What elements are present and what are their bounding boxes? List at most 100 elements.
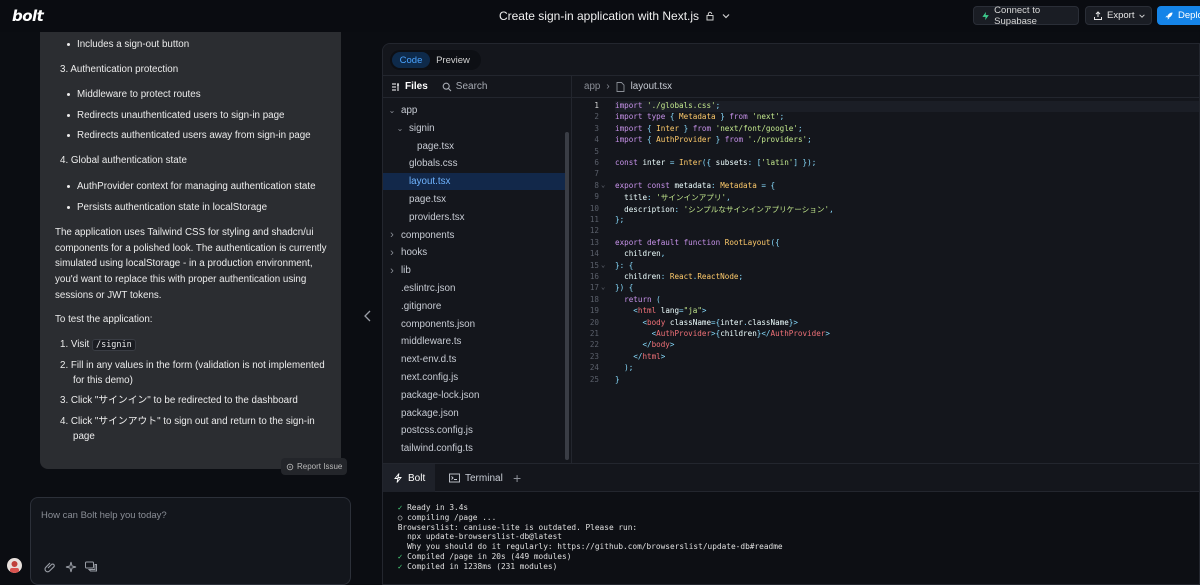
code-line: children: React.ReactNode; <box>624 272 744 281</box>
tab-code[interactable]: Code <box>392 52 430 68</box>
line-number: 11 <box>589 215 599 224</box>
file-tree-label: components.json <box>401 318 476 330</box>
file-tree-file[interactable]: package-lock.json <box>383 387 569 404</box>
file-tree-label: .eslintrc.json <box>401 283 456 294</box>
file-tree-folder[interactable]: › lib <box>383 262 569 279</box>
list-item: 4. Global authentication state <box>60 155 187 166</box>
line-number: 8 <box>594 180 599 190</box>
file-tree-file[interactable]: next-env.d.ts <box>383 351 569 368</box>
file-tree-label: providers.tsx <box>409 211 465 223</box>
connect-supabase-button[interactable]: Connect to Supabase <box>973 4 1079 27</box>
fold-chevron-icon[interactable]: ⌄ <box>601 283 605 291</box>
line-number: 14 <box>589 249 599 259</box>
file-tree-folder[interactable]: ⌄ app <box>383 102 569 119</box>
file-tree-header: Files Search <box>383 76 572 98</box>
check-icon: ✓ <box>393 503 408 512</box>
file-tree-label: page.tsx <box>417 140 455 152</box>
code-line: title: 'サインインアプリ', <box>624 193 731 203</box>
step-label: 1. Visit <box>60 339 92 350</box>
tab-preview[interactable]: Preview <box>430 52 476 68</box>
file-tree-file[interactable]: globals.css <box>383 155 569 172</box>
code-editor[interactable]: app › layout.tsx 1 import './globals.css'… <box>572 76 1199 463</box>
project-title[interactable]: Create sign-in application with Next.js <box>499 9 699 23</box>
export-button[interactable]: Export <box>1085 6 1152 25</box>
line-number: 18 <box>589 294 599 304</box>
tab-terminal-label: Terminal <box>465 472 503 484</box>
file-tree-folder[interactable]: ⌄ signin <box>383 120 569 137</box>
chat-input[interactable] <box>41 510 341 540</box>
deploy-button[interactable]: Deploy <box>1157 6 1200 25</box>
line-number: 24 <box>589 363 599 373</box>
file-tree-label: middleware.ts <box>401 336 462 348</box>
file-tree-label: layout.tsx <box>409 176 451 188</box>
tab-bolt-label: Bolt <box>408 472 426 484</box>
line-number: 10 <box>589 203 599 213</box>
chevron-down-icon <box>722 14 730 19</box>
file-tree-file[interactable]: middleware.ts <box>383 333 569 350</box>
terminal-output-line: Browserslist: caniuse-lite is outdated. … <box>393 523 637 532</box>
terminal-output-line: Why you should do it regularly: https://… <box>393 542 783 551</box>
code-line: }; <box>615 215 625 224</box>
tab-bolt-terminal[interactable]: Bolt <box>383 464 436 492</box>
list-item: 3. Click "サインイン" to be redirected to the… <box>60 395 298 406</box>
file-tree-file[interactable]: page.tsx <box>383 191 569 208</box>
breadcrumb-file[interactable]: layout.tsx <box>631 81 672 92</box>
chevron-left-icon[interactable] <box>362 309 374 323</box>
file-tree-file[interactable]: .gitignore <box>383 298 569 315</box>
fold-chevron-icon[interactable]: ⌄ <box>601 261 605 269</box>
file-tree-scrollbar[interactable] <box>565 132 569 460</box>
file-tree-file[interactable]: page.tsx <box>383 138 569 155</box>
code-line: ); <box>624 363 634 373</box>
breadcrumb-folder[interactable]: app <box>584 81 600 92</box>
file-tree-label: package.json <box>401 407 459 419</box>
line-number: 9 <box>594 192 599 202</box>
top-bar: bolt Create sign-in application with Nex… <box>0 0 1200 32</box>
chevron-down-icon: ⌄ <box>396 123 404 133</box>
tab-files[interactable]: Files <box>391 81 428 92</box>
file-tree-label: next-env.d.ts <box>401 354 457 366</box>
code-line: import { Inter } from 'next/font/google'… <box>615 123 803 133</box>
chat-input-box <box>30 497 351 585</box>
file-tree-file[interactable]: providers.tsx <box>383 209 569 226</box>
export-label: Export <box>1107 10 1135 21</box>
line-number: 13 <box>589 237 599 247</box>
fold-chevron-icon[interactable]: ⌄ <box>601 181 605 189</box>
terminal-tabs: Bolt Terminal + <box>383 464 1199 492</box>
file-tree-label: components <box>401 229 455 241</box>
file-tree-file[interactable]: next.config.js <box>383 369 569 386</box>
deploy-label: Deploy <box>1178 10 1200 21</box>
list-item: 3. Authentication protection <box>60 64 179 75</box>
avatar[interactable] <box>7 558 22 573</box>
chat-discuss-icon[interactable] <box>84 560 98 574</box>
file-tree-file[interactable]: package.json <box>383 405 569 422</box>
line-number: 16 <box>589 272 599 281</box>
file-tree-folder[interactable]: › hooks <box>383 244 569 261</box>
attach-icon[interactable] <box>43 560 57 574</box>
code-line: </html> <box>633 351 666 361</box>
file-tree-folder[interactable]: › components <box>383 227 569 244</box>
tab-search[interactable]: Search <box>442 81 487 92</box>
tab-terminal[interactable]: Terminal <box>439 464 513 492</box>
file-tree-label: signin <box>409 122 435 134</box>
sparkle-icon[interactable] <box>64 560 78 574</box>
list-item: Includes a sign-out button <box>66 37 189 53</box>
view-toggle: Code Preview <box>390 50 481 70</box>
report-issue-button[interactable]: Report Issue <box>281 458 347 475</box>
file-tree-file[interactable]: tailwind.config.ts <box>383 440 569 457</box>
file-tree-file[interactable]: .eslintrc.json <box>383 280 569 297</box>
terminal-output-line: ✓ Compiled /page in 20s (449 modules) <box>393 552 572 561</box>
add-terminal-button[interactable]: + <box>513 470 521 486</box>
code-line: } <box>615 374 620 384</box>
line-number: 15 <box>589 260 599 270</box>
list-item: 1. Visit /signin <box>60 337 136 353</box>
terminal-text: Compiled /page in 20s (449 modules) <box>407 552 572 561</box>
check-icon: ✓ <box>393 552 408 561</box>
file-tree-label: next.config.js <box>401 372 459 383</box>
file-tree-file[interactable]: layout.tsx <box>383 173 569 191</box>
code-line: import type { Metadata } from 'next'; <box>615 112 785 122</box>
file-tree-file[interactable]: components.json <box>383 316 569 333</box>
code-line: <AuthProvider>{children}</AuthProvider> <box>651 329 830 338</box>
file-tree-label: lib <box>401 265 411 277</box>
file-tree-file[interactable]: postcss.config.js <box>383 422 569 439</box>
connect-supabase-label: Connect to Supabase <box>994 4 1041 27</box>
